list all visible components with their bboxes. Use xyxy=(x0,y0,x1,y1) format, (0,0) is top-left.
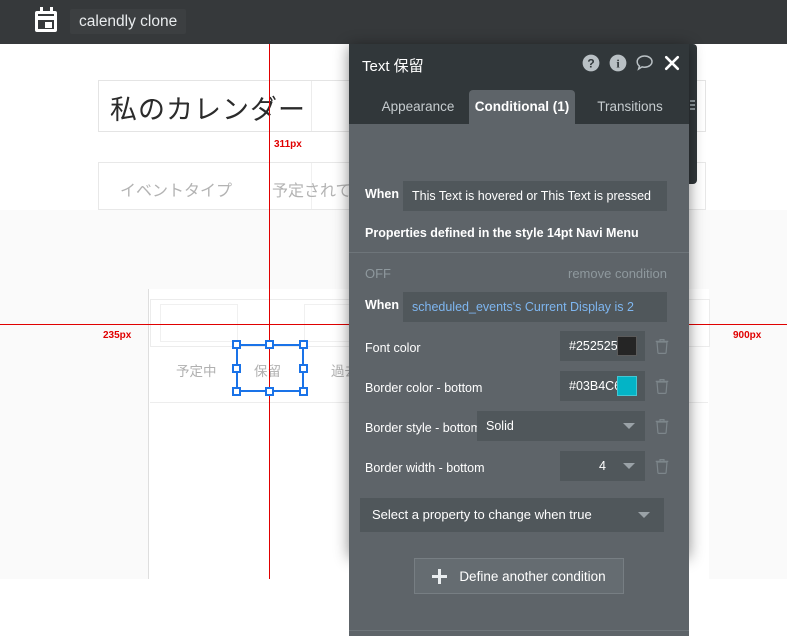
close-icon[interactable] xyxy=(663,54,681,72)
property-value-border-color-bottom[interactable]: #03B4C6 xyxy=(560,371,645,401)
chevron-down-icon xyxy=(623,463,635,469)
resize-handle-e[interactable] xyxy=(299,364,308,373)
app-title: calendly clone xyxy=(70,9,187,34)
page-title: 私のカレンダー xyxy=(110,95,306,126)
tab-conditional[interactable]: Conditional (1) xyxy=(469,90,575,124)
delete-property-border-width-icon[interactable] xyxy=(655,458,669,475)
resize-handle-n[interactable] xyxy=(265,340,274,349)
border-color-hex: #03B4C6 xyxy=(569,379,622,393)
condition1-state-toggle[interactable]: OFF xyxy=(365,266,391,281)
property-editor-dialog[interactable]: Text 保留 ? i Appearance Conditional (1) T… xyxy=(349,44,689,636)
delete-property-border-style-icon[interactable] xyxy=(655,418,669,435)
font-color-swatch[interactable] xyxy=(617,336,637,356)
property-label-border-color-bottom: Border color - bottom xyxy=(365,381,483,395)
app-header-bar: calendly clone xyxy=(0,0,787,44)
resize-handle-se[interactable] xyxy=(299,387,308,396)
calendar-icon xyxy=(33,7,61,35)
resize-handle-ne[interactable] xyxy=(299,340,308,349)
nav-tab-event-types[interactable]: イベントタイプ xyxy=(120,177,232,201)
nav-tab-scheduled[interactable]: 予定されて xyxy=(272,177,352,201)
resize-handle-nw[interactable] xyxy=(232,340,241,349)
chevron-down-icon xyxy=(638,512,650,518)
border-color-swatch[interactable] xyxy=(617,376,637,396)
panel-left-border xyxy=(148,289,149,579)
dialog-tab-bar[interactable]: Appearance Conditional (1) Transitions xyxy=(349,84,689,124)
property-value-font-color[interactable]: #252525 xyxy=(560,331,645,361)
info-icon[interactable]: i xyxy=(609,54,627,72)
dialog-header: Text 保留 ? i xyxy=(349,44,689,84)
sub-tab-label-upcoming[interactable]: 予定中 xyxy=(176,360,217,380)
sub-tab-cell-upcoming[interactable] xyxy=(160,304,238,342)
dialog-footer: Define another condition xyxy=(349,542,689,636)
selected-element-outline[interactable] xyxy=(236,344,304,392)
delete-property-font-color-icon[interactable] xyxy=(655,338,669,355)
tab-appearance[interactable]: Appearance xyxy=(363,90,473,124)
define-another-condition-button[interactable]: Define another condition xyxy=(414,558,624,594)
resize-handle-s[interactable] xyxy=(265,387,274,396)
svg-text:?: ? xyxy=(587,56,594,70)
guide-label-900: 900px xyxy=(733,330,762,341)
add-property-select[interactable]: Select a property to change when true xyxy=(360,498,664,532)
property-label-font-color: Font color xyxy=(365,341,421,355)
help-icon[interactable]: ? xyxy=(582,54,600,72)
font-color-hex: #252525 xyxy=(569,339,618,353)
define-button-label: Define another condition xyxy=(459,568,606,584)
dialog-title: Text 保留 xyxy=(362,58,424,75)
condition1-when-label: When xyxy=(365,187,400,201)
property-label-border-width-bottom: Border width - bottom xyxy=(365,461,485,475)
condition2-when-label: When xyxy=(365,298,400,312)
condition2-when-value[interactable]: scheduled_events's Current Display is 2 xyxy=(403,292,667,322)
plus-icon xyxy=(432,568,448,584)
guide-vertical-311 xyxy=(269,44,270,579)
chevron-down-icon xyxy=(623,423,635,429)
condition1-description: Properties defined in the style 14pt Nav… xyxy=(365,226,639,240)
scrollbar-track-top[interactable] xyxy=(689,44,697,184)
property-label-border-style-bottom: Border style - bottom xyxy=(365,421,482,435)
resize-handle-sw[interactable] xyxy=(232,387,241,396)
border-width-value: 4 xyxy=(599,459,606,473)
property-value-border-width-bottom[interactable]: 4 xyxy=(560,451,645,481)
condition1-when-value[interactable]: This Text is hovered or This Text is pre… xyxy=(403,181,667,211)
resize-handle-w[interactable] xyxy=(232,364,241,373)
condition1-remove-link[interactable]: remove condition xyxy=(559,266,667,281)
dialog-body: When This Text is hovered or This Text i… xyxy=(349,124,689,636)
tab-transitions[interactable]: Transitions xyxy=(577,90,683,124)
add-property-placeholder: Select a property to change when true xyxy=(372,507,592,522)
guide-label-311: 311px xyxy=(274,139,302,150)
border-style-value: Solid xyxy=(486,419,514,433)
guide-label-235: 235px xyxy=(103,330,132,341)
property-value-border-style-bottom[interactable]: Solid xyxy=(477,411,645,441)
condition1-divider xyxy=(349,252,689,253)
scrollbar-grip-icon xyxy=(690,100,695,112)
comment-icon[interactable] xyxy=(636,54,654,72)
delete-property-border-color-icon[interactable] xyxy=(655,378,669,395)
